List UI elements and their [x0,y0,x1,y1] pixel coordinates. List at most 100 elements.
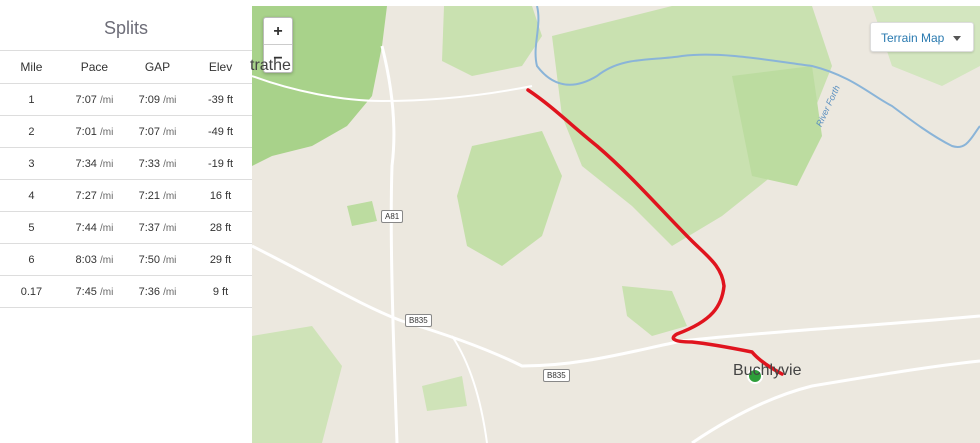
cell-elev-value: 28 ft [209,221,232,234]
cell-elev: 29 ft [189,243,252,276]
road-label-b835: B835 [405,314,432,327]
cell-gap-value: 7:21 [138,189,161,202]
cell-elev-value: -39 ft [207,93,234,106]
cell-elev-value: -19 ft [207,157,234,170]
cell-mile-value: 5 [28,221,35,234]
road-b835 [252,244,980,368]
cell-pace-value: 7:34 [75,157,97,170]
road-a81 [380,45,399,443]
cell-pace-value: 7:44 [75,221,97,234]
cell-elev: 9 ft [189,275,252,308]
table-row: 5 7:44 /mi 7:37 /mi 28 ft [0,211,252,244]
col-mile: Mile [0,51,63,84]
cell-mile-value: 4 [28,189,35,202]
cell-mile: 3 [0,147,63,180]
map-type-dropdown[interactable]: Terrain Map [870,22,974,52]
cell-pace: 7:07 /mi [62,83,126,116]
field-south [622,286,687,336]
cell-mile: 5 [0,211,63,244]
road-label-a81: A81 [381,210,404,223]
map-canvas [252,6,980,443]
pace-unit: /mi [100,254,114,266]
cell-elev-value: -49 ft [207,125,234,138]
cell-mile: 4 [0,179,63,212]
route-map[interactable] [252,6,980,443]
cell-gap-value: 7:33 [138,157,161,170]
cell-pace: 8:03 /mi [62,243,126,276]
cell-gap-value: 7:07 [138,125,161,138]
cell-pace-value: 8:03 [75,253,97,266]
cell-gap-value: 7:36 [138,285,161,298]
cell-gap-value: 7:09 [138,93,161,106]
cell-mile: 1 [0,83,63,116]
forest-central [457,131,562,266]
table-row: 0.17 7:45 /mi 7:36 /mi 9 ft [0,275,252,308]
col-gap: GAP [126,51,190,84]
cell-gap-value: 7:50 [138,253,161,266]
col-elev: Elev [189,51,252,84]
cell-mile: 6 [0,243,63,276]
pace-unit: /mi [163,158,177,170]
map-type-label: Terrain Map [881,31,945,45]
cell-elev: -49 ft [189,115,252,148]
pace-unit: /mi [100,286,114,298]
cell-elev-value: 29 ft [209,253,232,266]
cell-gap: 7:50 /mi [126,243,190,276]
zoom-in-button[interactable]: + [264,18,292,45]
table-row: 6 8:03 /mi 7:50 /mi 29 ft [0,243,252,276]
cell-mile: 0.17 [0,275,63,308]
splits-table: Mile Pace GAP Elev 1 7:07 /mi 7:09 /mi -39 … [0,51,252,308]
pace-unit: /mi [100,126,114,138]
cell-mile-value: 0.17 [20,285,43,298]
field-south-west [252,326,342,443]
cell-elev-value: 16 ft [209,189,232,202]
cell-mile-value: 3 [28,157,35,170]
pace-unit: /mi [163,190,177,202]
splits-panel: Splits Mile Pace GAP Elev 1 7:07 /mi 7:09 … [0,6,252,443]
cell-mile-value: 2 [28,125,35,138]
cell-gap: 7:36 /mi [126,275,190,308]
pace-unit: /mi [163,126,177,138]
road-label-b835: B835 [543,369,570,382]
cell-pace-value: 7:01 [75,125,97,138]
cell-pace: 7:45 /mi [62,275,126,308]
pace-unit: /mi [163,286,177,298]
cell-pace: 7:27 /mi [62,179,126,212]
pace-unit: /mi [100,94,114,106]
pace-unit: /mi [100,190,114,202]
field-mid [422,376,467,411]
pace-unit: /mi [100,222,114,234]
col-pace: Pace [62,51,126,84]
cell-pace: 7:44 /mi [62,211,126,244]
place-label-trathe: trathe [250,57,291,74]
table-row: 3 7:34 /mi 7:33 /mi -19 ft [0,147,252,180]
cell-pace-value: 7:27 [75,189,97,202]
cell-elev: 28 ft [189,211,252,244]
table-row: 1 7:07 /mi 7:09 /mi -39 ft [0,83,252,116]
cell-pace-value: 7:45 [75,285,97,298]
table-row: 4 7:27 /mi 7:21 /mi 16 ft [0,179,252,212]
cell-mile: 2 [0,115,63,148]
pace-unit: /mi [163,222,177,234]
cell-gap: 7:33 /mi [126,147,190,180]
cell-mile-value: 6 [28,253,35,266]
cell-pace-value: 7:07 [75,93,97,106]
pace-unit: /mi [100,158,114,170]
splits-title: Splits [0,6,252,51]
cell-elev: -19 ft [189,147,252,180]
cell-pace: 7:34 /mi [62,147,126,180]
pace-unit: /mi [163,254,177,266]
pace-unit: /mi [163,94,177,106]
cell-gap: 7:07 /mi [126,115,190,148]
splits-header-row: Mile Pace GAP Elev [0,51,252,84]
cell-mile-value: 1 [28,93,35,106]
cell-gap: 7:21 /mi [126,179,190,212]
cell-elev-value: 9 ft [212,285,229,298]
chevron-down-icon [953,36,961,41]
field-west [347,201,377,226]
table-row: 2 7:01 /mi 7:07 /mi -49 ft [0,115,252,148]
cell-elev: -39 ft [189,83,252,116]
cell-elev: 16 ft [189,179,252,212]
cell-gap: 7:09 /mi [126,83,190,116]
cell-pace: 7:01 /mi [62,115,126,148]
